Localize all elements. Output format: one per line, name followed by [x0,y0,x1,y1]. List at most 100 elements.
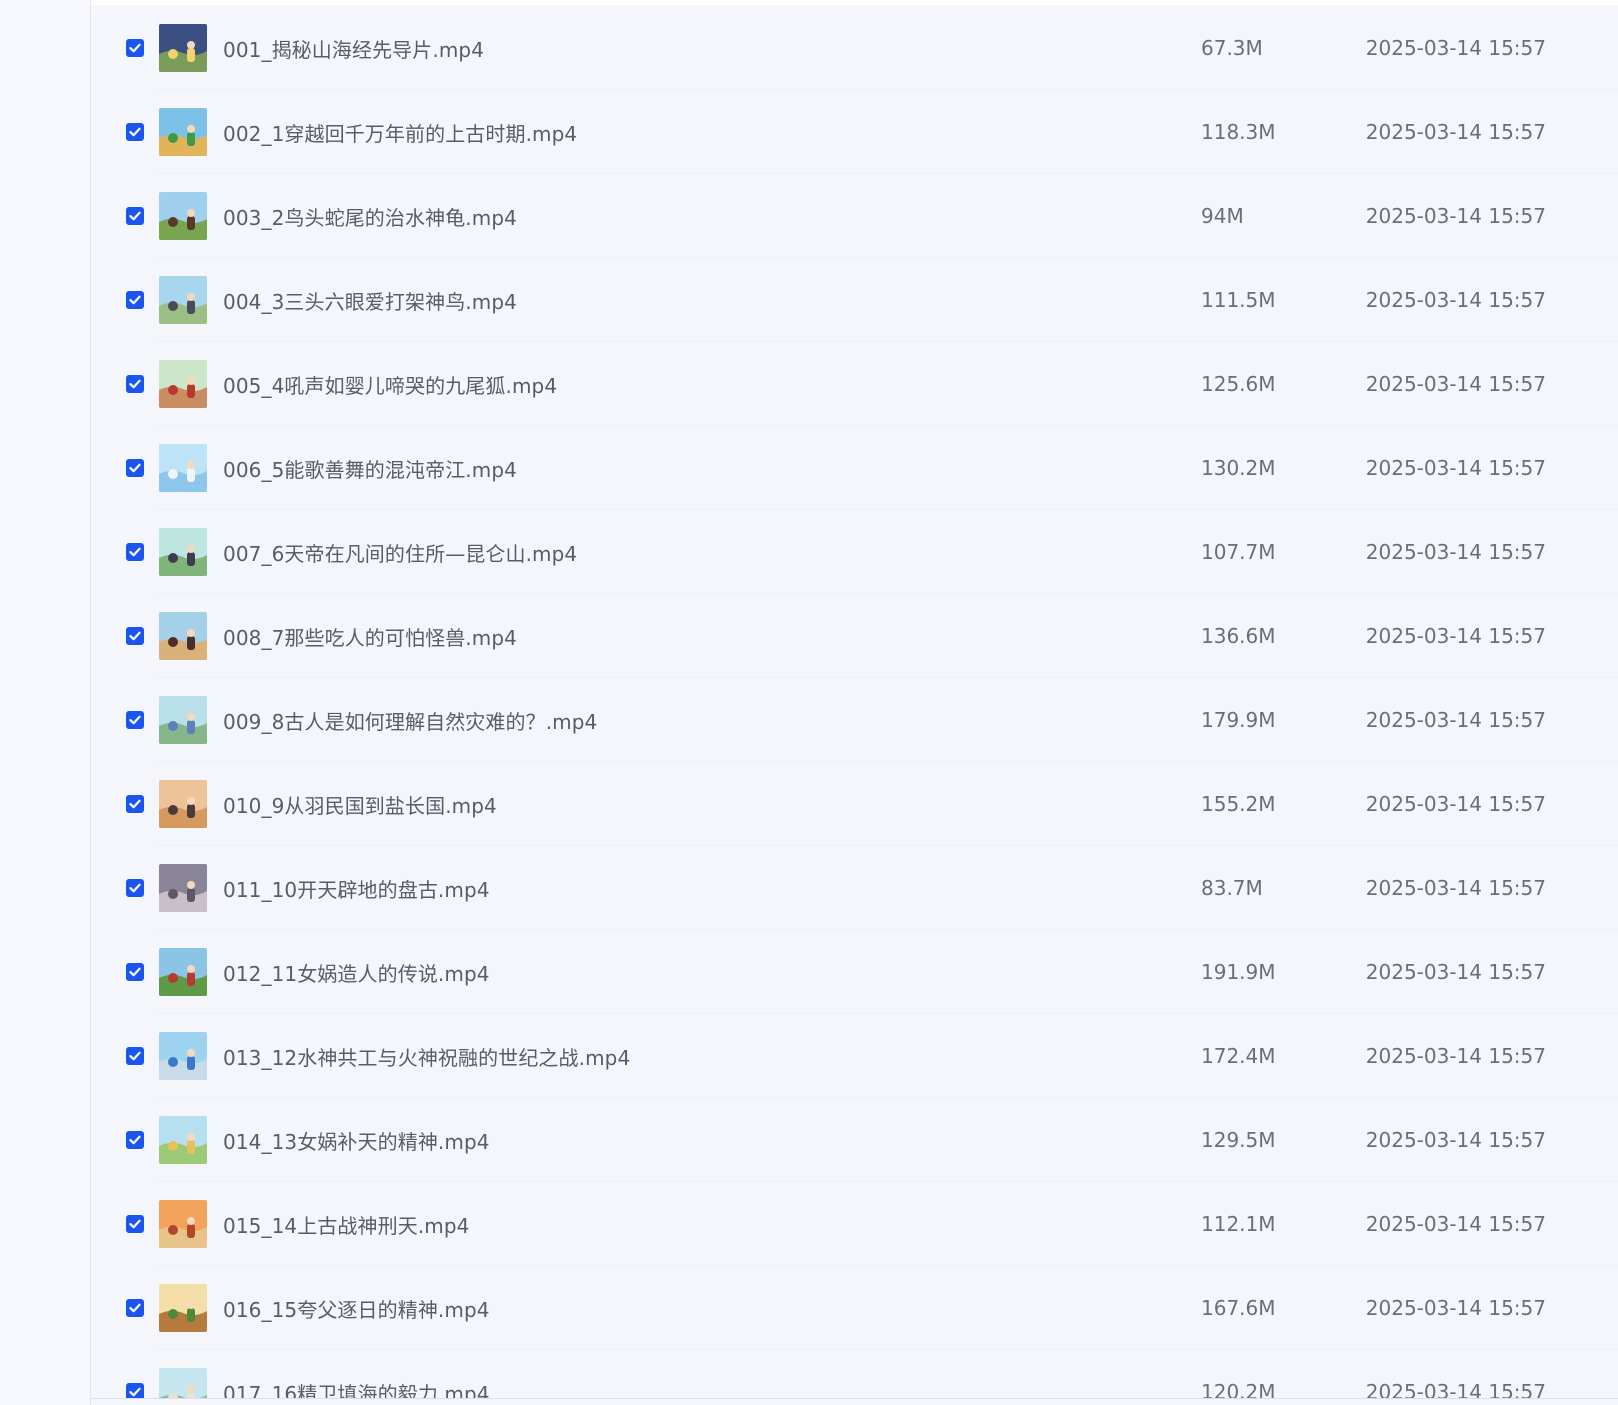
row-checkbox[interactable] [126,459,144,477]
video-thumbnail[interactable] [159,1284,207,1332]
file-name[interactable]: 004_3三头六眼爱打架神鸟.mp4 [223,286,517,315]
file-name[interactable]: 010_9从羽民国到盐长国.mp4 [223,790,497,819]
video-thumbnail[interactable] [159,948,207,996]
file-name[interactable]: 005_4吼声如婴儿啼哭的九尾狐.mp4 [223,370,557,399]
file-row[interactable]: 015_14上古战神刑天.mp4 112.1M 2025-03-14 15:57 [91,1182,1618,1266]
row-checkbox[interactable] [126,795,144,813]
row-checkbox[interactable] [126,1131,144,1149]
video-thumbnail[interactable] [159,360,207,408]
file-row[interactable]: 010_9从羽民国到盐长国.mp4 155.2M 2025-03-14 15:5… [91,762,1618,846]
file-size: 67.3M [1201,36,1263,60]
row-checkbox[interactable] [126,207,144,225]
row-checkbox[interactable] [126,39,144,57]
row-checkbox[interactable] [126,291,144,309]
file-row[interactable]: 003_2鸟头蛇尾的治水神龟.mp4 94M 2025-03-14 15:57 [91,174,1618,258]
file-name[interactable]: 003_2鸟头蛇尾的治水神龟.mp4 [223,202,517,231]
video-thumbnail[interactable] [159,528,207,576]
video-thumbnail[interactable] [159,612,207,660]
checkmark-icon [129,1135,141,1145]
file-row[interactable]: 014_13女娲补天的精神.mp4 129.5M 2025-03-14 15:5… [91,1098,1618,1182]
row-checkbox[interactable] [126,123,144,141]
file-name[interactable]: 001_揭秘山海经先导片.mp4 [223,34,484,63]
file-row[interactable]: 011_10开天辟地的盘古.mp4 83.7M 2025-03-14 15:57 [91,846,1618,930]
file-row[interactable]: 009_8古人是如何理解自然灾难的？.mp4 179.9M 2025-03-14… [91,678,1618,762]
checkmark-icon [129,295,141,305]
file-row[interactable]: 005_4吼声如婴儿啼哭的九尾狐.mp4 125.6M 2025-03-14 1… [91,342,1618,426]
video-thumbnail[interactable] [159,276,207,324]
file-size: 179.9M [1201,708,1276,732]
file-row[interactable]: 002_1穿越回千万年前的上古时期.mp4 118.3M 2025-03-14 … [91,90,1618,174]
checkmark-icon [129,211,141,221]
file-size: 112.1M [1201,1212,1276,1236]
file-name[interactable]: 014_13女娲补天的精神.mp4 [223,1126,490,1155]
video-thumbnail[interactable] [159,108,207,156]
file-name[interactable]: 012_11女娲造人的传说.mp4 [223,958,490,987]
checkmark-icon [129,715,141,725]
row-checkbox[interactable] [126,627,144,645]
file-size: 136.6M [1201,624,1276,648]
video-thumbnail[interactable] [159,1116,207,1164]
file-modified-date: 2025-03-14 15:57 [1365,624,1546,648]
file-modified-date: 2025-03-14 15:57 [1365,1128,1546,1152]
file-name[interactable]: 011_10开天辟地的盘古.mp4 [223,874,490,903]
row-checkbox[interactable] [126,1299,144,1317]
thumbnail-image [159,276,207,324]
thumbnail-image [159,696,207,744]
file-row[interactable]: 008_7那些吃人的可怕怪兽.mp4 136.6M 2025-03-14 15:… [91,594,1618,678]
row-checkbox[interactable] [126,963,144,981]
file-row[interactable]: 001_揭秘山海经先导片.mp4 67.3M 2025-03-14 15:57 [91,6,1618,90]
video-thumbnail[interactable] [159,444,207,492]
thumbnail-image [159,948,207,996]
file-name[interactable]: 006_5能歌善舞的混沌帝江.mp4 [223,454,517,483]
file-row[interactable]: 017_16精卫填海的毅力.mp4 120.2M 2025-03-14 15:5… [91,1350,1618,1405]
file-row[interactable]: 016_15夸父逐日的精神.mp4 167.6M 2025-03-14 15:5… [91,1266,1618,1350]
file-size: 94M [1201,204,1244,228]
video-thumbnail[interactable] [159,696,207,744]
checkmark-icon [129,1219,141,1229]
thumbnail-image [159,864,207,912]
thumbnail-image [159,1284,207,1332]
video-thumbnail[interactable] [159,1032,207,1080]
bottom-bar [91,1399,1618,1405]
video-thumbnail[interactable] [159,1200,207,1248]
file-size: 125.6M [1201,372,1276,396]
file-name[interactable]: 015_14上古战神刑天.mp4 [223,1210,469,1239]
file-size: 155.2M [1201,792,1276,816]
file-modified-date: 2025-03-14 15:57 [1365,456,1546,480]
file-row[interactable]: 012_11女娲造人的传说.mp4 191.9M 2025-03-14 15:5… [91,930,1618,1014]
sidebar [0,0,91,1405]
checkmark-icon [129,547,141,557]
row-checkbox[interactable] [126,1215,144,1233]
file-name[interactable]: 007_6天帝在凡间的住所—昆仑山.mp4 [223,538,577,567]
checkmark-icon [129,967,141,977]
video-thumbnail[interactable] [159,192,207,240]
row-checkbox[interactable] [126,1047,144,1065]
video-thumbnail[interactable] [159,24,207,72]
file-name[interactable]: 016_15夸父逐日的精神.mp4 [223,1294,490,1323]
file-name[interactable]: 013_12水神共工与火神祝融的世纪之战.mp4 [223,1042,630,1071]
file-modified-date: 2025-03-14 15:57 [1365,372,1546,396]
file-modified-date: 2025-03-14 15:57 [1365,36,1546,60]
file-size: 130.2M [1201,456,1276,480]
file-name[interactable]: 008_7那些吃人的可怕怪兽.mp4 [223,622,517,651]
file-name[interactable]: 002_1穿越回千万年前的上古时期.mp4 [223,118,577,147]
file-row[interactable]: 004_3三头六眼爱打架神鸟.mp4 111.5M 2025-03-14 15:… [91,258,1618,342]
file-row[interactable]: 006_5能歌善舞的混沌帝江.mp4 130.2M 2025-03-14 15:… [91,426,1618,510]
file-list-panel[interactable]: 001_揭秘山海经先导片.mp4 67.3M 2025-03-14 15:57 … [91,0,1618,1405]
file-modified-date: 2025-03-14 15:57 [1365,960,1546,984]
row-checkbox[interactable] [126,375,144,393]
video-thumbnail[interactable] [159,780,207,828]
checkmark-icon [129,1387,141,1397]
checkmark-icon [129,43,141,53]
row-checkbox[interactable] [126,543,144,561]
row-checkbox[interactable] [126,879,144,897]
file-name[interactable]: 009_8古人是如何理解自然灾难的？.mp4 [223,706,597,735]
file-manager-window: 001_揭秘山海经先导片.mp4 67.3M 2025-03-14 15:57 … [0,0,1618,1405]
row-checkbox[interactable] [126,711,144,729]
file-row[interactable]: 007_6天帝在凡间的住所—昆仑山.mp4 107.7M 2025-03-14 … [91,510,1618,594]
thumbnail-image [159,1116,207,1164]
file-row[interactable]: 013_12水神共工与火神祝融的世纪之战.mp4 172.4M 2025-03-… [91,1014,1618,1098]
video-thumbnail[interactable] [159,864,207,912]
thumbnail-image [159,612,207,660]
checkmark-icon [129,1303,141,1313]
